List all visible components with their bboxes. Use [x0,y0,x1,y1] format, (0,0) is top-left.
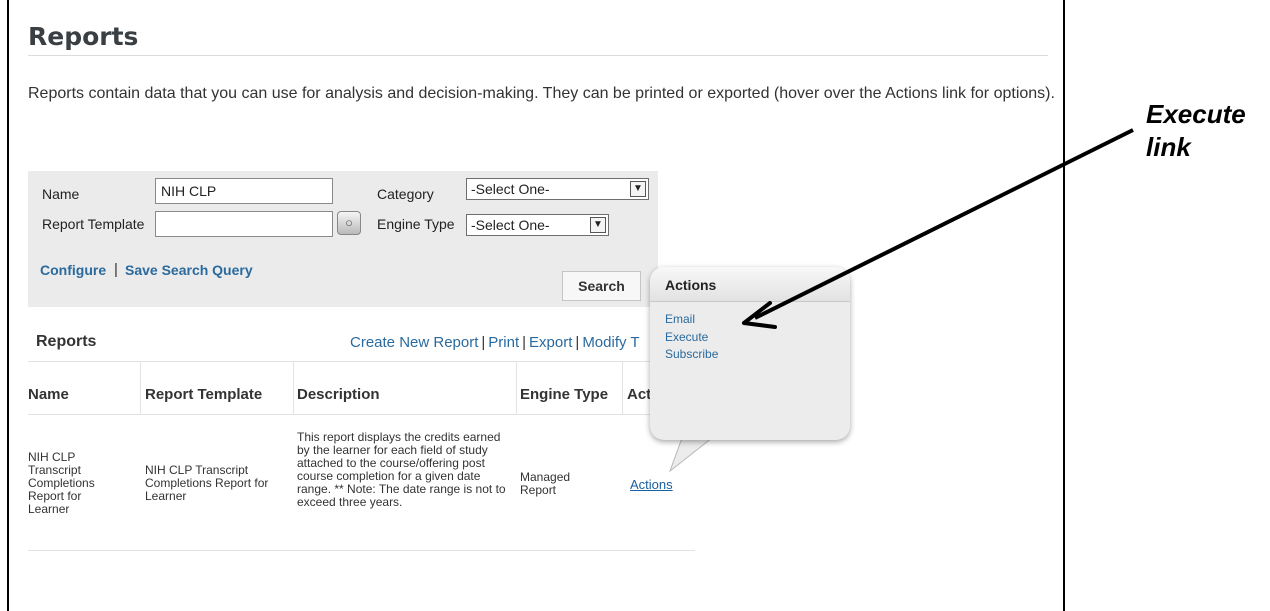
callout-arrow [742,128,1134,329]
callout-arrow-line [754,128,1134,320]
